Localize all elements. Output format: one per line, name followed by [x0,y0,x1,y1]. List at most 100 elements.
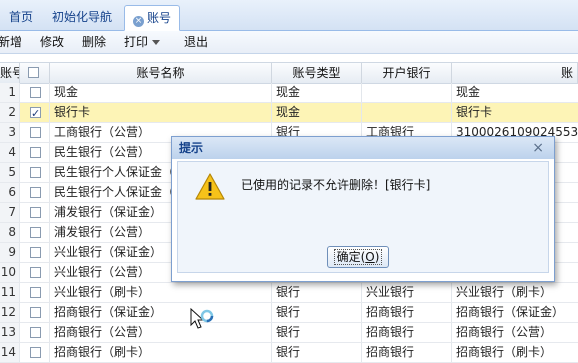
exit-button[interactable]: 退出 [184,31,208,53]
tab-init-nav[interactable]: 初始化导航 [44,5,120,29]
row-number: 7 [0,203,20,222]
row-number: 13 [0,323,20,342]
row-number: 1 [0,83,20,102]
row-checkbox[interactable] [30,307,41,318]
row-number: 6 [0,183,20,202]
cell-type: 银行 [272,323,362,342]
col-header-account[interactable]: 账 [452,63,578,83]
cell-bank [362,83,452,102]
cell-name: 招商银行（刷卡） [50,343,272,362]
row-checkbox[interactable] [30,87,41,98]
table-row[interactable]: 14 招商银行（刷卡） 银行 招商银行 招商银行（刷卡） [0,343,578,363]
col-header-check [20,63,50,83]
row-number: 3 [0,123,20,142]
table-row[interactable]: 11 兴业银行（刷卡） 银行 兴业银行 兴业银行（刷卡） [0,283,578,303]
row-checkbox[interactable] [30,207,41,218]
row-checkbox[interactable] [30,104,41,122]
tab-init-nav-label: 初始化导航 [52,10,113,24]
cell-last: 银行卡 [456,105,493,119]
row-check-cell [20,343,50,362]
table-row[interactable]: 12 招商银行（保证金） 银行 招商银行 招商银行（保证金） [0,303,578,323]
cell-bank [362,103,452,122]
cell-last: 招商银行（刷卡） [456,345,553,359]
print-button[interactable]: 打印 [124,31,161,53]
row-checkbox[interactable] [30,147,41,158]
cell-bank: 招商银行 [362,323,452,342]
table-row[interactable]: 13 招商银行（公营） 银行 招商银行 招商银行（公营） [0,323,578,343]
col-header-bank[interactable]: 开户银行 [362,63,452,83]
tab-account-label: 账号 [147,11,172,25]
row-check-cell [20,103,50,122]
row-number: 11 [0,283,20,302]
row-checkbox[interactable] [30,187,41,198]
cell-last: 招商银行（公营） [456,325,553,339]
select-all-checkbox[interactable] [28,67,39,78]
row-number: 9 [0,243,20,262]
col-header-type[interactable]: 账号类型 [272,63,362,83]
table-row[interactable]: 2银行卡现金银行卡 [0,103,578,123]
row-checkbox[interactable] [30,167,41,178]
row-check-cell [20,263,50,282]
print-label: 打印 [124,35,149,49]
cell-last: 现金 [456,85,481,99]
table-row[interactable]: 1 现金 现金 现金 [0,83,578,103]
col-header-num[interactable]: 账号 [0,63,20,83]
row-check-cell [20,283,50,302]
row-number: 4 [0,143,20,162]
add-button[interactable]: 新增 [0,31,22,53]
row-checkbox[interactable] [30,127,41,138]
row-checkbox[interactable] [30,287,41,298]
tab-home[interactable]: 首页 [1,5,41,29]
cell-last: 招商银行（保证金） [456,305,565,319]
dialog-message: 已使用的记录不允许删除！[银行卡] [241,178,431,192]
busy-cursor-icon [190,308,214,329]
cell-bank: 招商银行 [362,343,452,362]
row-check-cell [20,223,50,242]
cell-type: 银行 [272,303,362,322]
row-number: 10 [0,263,20,282]
tab-account[interactable]: × 账号 [124,5,181,31]
cell-bank: 兴业银行 [362,283,452,302]
row-checkbox[interactable] [30,227,41,238]
warning-icon [195,173,225,200]
tab-close-icon[interactable]: × [133,16,144,27]
row-number: 14 [0,343,20,362]
row-check-cell [20,83,50,102]
alert-dialog: 提示 × 已使用的记录不允许删除！[银行卡] 确定(O) [171,136,555,282]
cell-type: 银行 [272,343,362,362]
row-check-cell [20,203,50,222]
tab-home-label: 首页 [9,10,34,24]
row-number: 2 [0,103,20,122]
grid-header: 账号 账号名称 账号类型 开户银行 账 [0,62,578,84]
cell-name: 招商银行（保证金） [50,303,272,322]
row-number: 5 [0,163,20,182]
row-check-cell [20,163,50,182]
edit-button[interactable]: 修改 [40,31,64,53]
toolbar: 新增 修改 删除 打印 退出 [0,31,578,54]
cell-type: 银行 [272,283,362,302]
row-number: 12 [0,303,20,322]
close-icon[interactable]: × [532,137,544,159]
col-header-name[interactable]: 账号名称 [50,63,272,83]
dialog-body: 已使用的记录不允许删除！[银行卡] 确定(O) [177,161,549,273]
cell-last: 兴业银行（刷卡） [456,285,553,299]
row-check-cell [20,323,50,342]
cell-name: 银行卡 [50,103,272,122]
cell-name: 兴业银行（刷卡） [50,283,272,302]
ok-accelerator: O [365,250,375,264]
row-check-cell [20,123,50,142]
ok-button[interactable]: 确定(O) [327,246,389,268]
dialog-title: 提示 [172,137,554,159]
delete-button[interactable]: 删除 [82,31,106,53]
cell-type: 现金 [272,103,362,122]
row-number: 8 [0,223,20,242]
chevron-down-icon [152,40,161,45]
cell-name: 现金 [50,83,272,102]
tab-strip: 首页 初始化导航 × 账号 [0,0,578,31]
ok-label: 确定( [336,250,366,264]
row-checkbox[interactable] [30,247,41,258]
row-checkbox[interactable] [30,347,41,358]
row-checkbox[interactable] [30,327,41,338]
row-check-cell [20,303,50,322]
row-checkbox[interactable] [30,267,41,278]
